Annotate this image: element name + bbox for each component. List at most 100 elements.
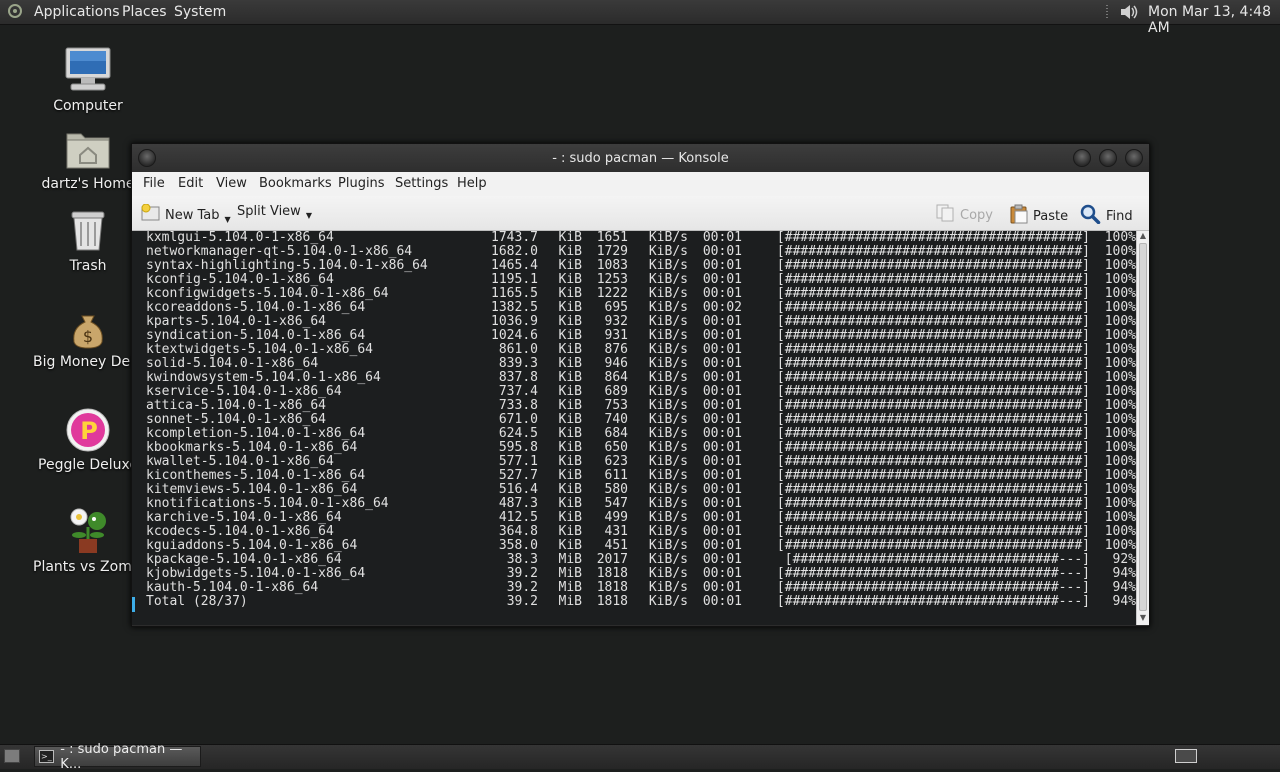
package-size: 839.3 (498, 356, 538, 371)
rate-unit: KiB/s (648, 510, 688, 525)
menu-settings[interactable]: Settings (395, 176, 448, 191)
progress-bar: [######################################] (776, 440, 1090, 455)
menu-help[interactable]: Help (457, 176, 487, 191)
package-name: kcoreaddons-5.104.0-1-x86_64 (146, 301, 366, 315)
package-size: 1682.0 (491, 244, 538, 259)
volume-icon[interactable] (1118, 2, 1138, 22)
package-size: 861.0 (498, 342, 538, 357)
size-unit: KiB (558, 370, 582, 385)
scroll-thumb[interactable] (1139, 243, 1147, 611)
progress-percent: 100% (1104, 454, 1136, 469)
elapsed-time: 00:01 (702, 370, 742, 385)
rate-unit: KiB/s (648, 244, 688, 259)
paste-button[interactable]: Paste (1009, 204, 1068, 228)
desktop-icon-plants-vs-zombies[interactable]: Plants vs Zombi (33, 505, 145, 575)
elapsed-time: 00:01 (702, 580, 742, 595)
progress-bar: [######################################] (776, 384, 1090, 399)
package-name: knotifications-5.104.0-1-x86_64 (146, 497, 389, 511)
elapsed-time: 00:01 (702, 426, 742, 441)
elapsed-time: 00:01 (702, 482, 742, 497)
elapsed-time: 00:02 (702, 300, 742, 315)
package-size: 1024.6 (491, 328, 538, 343)
rate-unit: KiB/s (648, 272, 688, 287)
menu-system[interactable]: System (174, 4, 226, 20)
taskbar-item-konsole[interactable]: >_ - : sudo pacman — K... (34, 742, 201, 772)
menu-file[interactable]: File (143, 176, 165, 191)
menu-applications[interactable]: Applications (34, 4, 120, 20)
terminal-line: kconfigwidgets-5.104.0-1-x86_64 1165.5 KiB… (146, 287, 1136, 301)
progress-percent: 100% (1104, 300, 1136, 315)
konsole-window[interactable]: - : sudo pacman — Konsole File Edit View… (131, 143, 1150, 627)
terminal-scrollbar[interactable]: ▲ ▼ (1136, 231, 1149, 625)
desktop-icon-label: Plants vs Zombi (33, 559, 145, 575)
dropdown-arrow-icon[interactable]: ▼ (225, 215, 231, 224)
size-unit: MiB (558, 580, 582, 595)
desktop-icon-home[interactable]: dartz's Home (33, 128, 143, 192)
progress-percent: 94% (1112, 580, 1136, 595)
show-desktop-icon[interactable] (4, 749, 20, 763)
distro-logo-icon[interactable] (8, 4, 22, 18)
menu-edit[interactable]: Edit (178, 176, 203, 191)
rate-unit: KiB/s (648, 370, 688, 385)
package-name: ktextwidgets-5.104.0-1-x86_64 (146, 343, 373, 357)
desktop-icon-peggle[interactable]: P Peggle Deluxe (33, 407, 143, 473)
package-name: sonnet-5.104.0-1-x86_64 (146, 413, 327, 427)
elapsed-time: 00:01 (702, 231, 742, 245)
desktop-icon-big-money[interactable]: $ Big Money Delux (33, 310, 152, 370)
menu-bookmarks[interactable]: Bookmarks (259, 176, 332, 191)
close-button[interactable] (1125, 149, 1143, 167)
rate-unit: KiB/s (648, 468, 688, 483)
desktop-icon-label: Trash (69, 258, 107, 274)
split-view-button[interactable]: Split View ▼ (237, 204, 312, 220)
scroll-down-icon[interactable]: ▼ (1138, 613, 1148, 622)
progress-percent: 92% (1112, 552, 1136, 567)
terminal-line: kbookmarks-5.104.0-1-x86_64 595.8 KiB 650 Ki… (146, 441, 1136, 455)
peggle-icon: P (65, 407, 111, 453)
size-unit: KiB (558, 356, 582, 371)
progress-bar: [######################################] (776, 524, 1090, 539)
terminal-line: sonnet-5.104.0-1-x86_64 671.0 KiB 740 KiB/s 0… (146, 413, 1136, 427)
package-name: kcodecs-5.104.0-1-x86_64 (146, 525, 334, 539)
progress-bar: [######################################] (776, 244, 1090, 259)
progress-percent: 100% (1104, 231, 1136, 245)
elapsed-time: 00:01 (702, 356, 742, 371)
size-unit: MiB (558, 594, 582, 609)
progress-percent: 100% (1104, 468, 1136, 483)
computer-icon (63, 46, 113, 94)
size-unit: KiB (558, 384, 582, 399)
menu-view[interactable]: View (216, 176, 247, 191)
new-tab-button[interactable]: New Tab ▼ (141, 203, 231, 226)
scroll-up-icon[interactable]: ▲ (1138, 231, 1148, 240)
copy-button[interactable]: Copy (936, 204, 993, 226)
download-rate: 876 (604, 342, 628, 357)
menu-places[interactable]: Places (122, 4, 167, 20)
rate-unit: KiB/s (648, 580, 688, 595)
find-button[interactable]: Find (1080, 204, 1133, 228)
dropdown-arrow-icon[interactable]: ▼ (306, 211, 312, 220)
terminal-output[interactable]: kxmlgui-5.104.0-1-x86_64 1743.7 KiB 1651 KiB… (132, 231, 1136, 625)
progress-percent: 100% (1104, 384, 1136, 399)
package-name: kpackage-5.104.0-1-x86_64 (146, 553, 342, 567)
rate-unit: KiB/s (648, 552, 688, 567)
progress-percent: 100% (1104, 244, 1136, 259)
maximize-button[interactable] (1099, 149, 1117, 167)
minimize-button[interactable] (1073, 149, 1091, 167)
find-icon (1080, 204, 1102, 228)
size-unit: KiB (558, 272, 582, 287)
download-rate: 931 (604, 328, 628, 343)
terminal-line: syntax-highlighting-5.104.0-1-x86_64 1465… (146, 259, 1136, 273)
desktop-icon-label: Big Money Delux (33, 354, 152, 370)
package-size: 39.2 (506, 594, 538, 609)
workspace-switcher[interactable] (1175, 749, 1197, 763)
elapsed-time: 00:01 (702, 566, 742, 581)
desktop-icon-computer[interactable]: Computer (33, 46, 143, 114)
desktop-icon-trash[interactable]: Trash (33, 208, 143, 274)
progress-bar: [######################################] (776, 258, 1090, 273)
menu-plugins[interactable]: Plugins (338, 176, 385, 191)
progress-bar: [######################################] (776, 412, 1090, 427)
clock[interactable]: Mon Mar 13, 4:48 AM (1148, 4, 1280, 36)
window-titlebar[interactable]: - : sudo pacman — Konsole (132, 144, 1149, 172)
progress-percent: 100% (1104, 356, 1136, 371)
terminal-line: kcodecs-5.104.0-1-x86_64 364.8 KiB 431 KiB/s… (146, 525, 1136, 539)
package-name: syndication-5.104.0-1-x86_64 (146, 329, 366, 343)
